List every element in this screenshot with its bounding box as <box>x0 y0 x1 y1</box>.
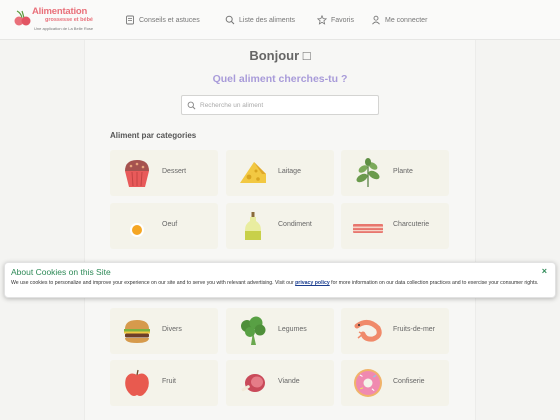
logo-title: Alimentation <box>32 6 88 17</box>
privacy-policy-link[interactable]: privacy policy <box>295 280 330 286</box>
category-legumes[interactable]: Legumes <box>226 308 334 354</box>
category-fruits-de-mer[interactable]: Fruits-de-mer <box>341 308 449 354</box>
cookie-banner: About Cookies on this Site We use cookie… <box>4 262 556 298</box>
logo-tagline: Une application de La Belle Rose <box>34 26 94 31</box>
cookie-banner-text: We use cookies to personalize and improv… <box>11 280 551 287</box>
search-icon <box>187 101 196 110</box>
bacon-icon <box>353 224 383 233</box>
category-label: Fruits-de-mer <box>393 326 436 333</box>
category-oeuf[interactable]: Oeuf <box>110 203 218 249</box>
category-label: Charcuterie <box>393 221 430 228</box>
greeting-heading: Bonjour □ <box>249 48 311 63</box>
shrimp-icon <box>354 320 382 342</box>
cookie-banner-title: About Cookies on this Site <box>11 267 111 277</box>
category-divers[interactable]: Divers <box>110 308 218 354</box>
close-icon[interactable]: × <box>542 266 547 276</box>
category-label: Confiserie <box>393 378 425 385</box>
category-label: Dessert <box>162 168 187 175</box>
oil-bottle-icon <box>245 212 261 240</box>
cookie-text-after: for more information on our data collect… <box>329 280 539 286</box>
category-label: Legumes <box>278 326 307 333</box>
cherries-icon <box>14 10 31 26</box>
site-logo[interactable]: Alimentation grossesse et bébé Une appli… <box>10 6 96 36</box>
search-icon <box>225 15 235 25</box>
broccoli-icon <box>241 316 266 345</box>
nav-me-connecter[interactable]: Me connecter <box>371 14 427 26</box>
category-dessert[interactable]: Dessert <box>110 150 218 196</box>
nav-label: Liste des aliments <box>239 16 296 24</box>
search-box[interactable] <box>181 95 379 115</box>
donut-icon <box>354 369 382 397</box>
star-icon <box>317 15 327 25</box>
category-charcuterie[interactable]: Charcuterie <box>341 203 449 249</box>
search-question: Quel aliment cherches-tu ? <box>212 73 348 85</box>
burger-icon <box>124 320 150 343</box>
category-label: Plante <box>393 168 413 175</box>
cheese-icon <box>240 162 266 183</box>
ham-icon <box>241 374 265 392</box>
category-label: Viande <box>278 378 300 385</box>
category-label: Oeuf <box>162 221 178 228</box>
apple-icon <box>125 369 149 396</box>
site-header: Alimentation grossesse et bébé Une appli… <box>0 0 560 40</box>
nav-label: Favoris <box>331 16 354 24</box>
logo-subtitle: grossesse et bébé <box>45 17 93 23</box>
nav-liste-aliments[interactable]: Liste des aliments <box>225 14 295 26</box>
category-label: Condiment <box>278 221 312 228</box>
category-condiment[interactable]: Condiment <box>226 203 334 249</box>
herb-icon <box>356 158 380 187</box>
notebook-icon <box>126 15 134 25</box>
category-plante[interactable]: Plante <box>341 150 449 196</box>
nav-label: Conseils et astuces <box>139 16 200 24</box>
category-label: Divers <box>162 326 182 333</box>
cupcake-icon <box>125 160 149 187</box>
nav-label: Me connecter <box>385 16 428 24</box>
nav-favoris[interactable]: Favoris <box>317 14 354 26</box>
egg-icon <box>130 223 144 237</box>
category-fruit[interactable]: Fruit <box>110 360 218 406</box>
categories-heading: Aliment par categories <box>110 131 197 140</box>
category-confiserie[interactable]: Confiserie <box>341 360 449 406</box>
cookie-text-before: We use cookies to personalize and improv… <box>11 280 296 286</box>
user-icon <box>372 15 380 25</box>
category-laitage[interactable]: Laitage <box>226 150 334 196</box>
category-label: Laitage <box>278 168 301 175</box>
category-viande[interactable]: Viande <box>226 360 334 406</box>
category-label: Fruit <box>162 378 176 385</box>
search-input[interactable] <box>200 99 370 112</box>
nav-conseils[interactable]: Conseils et astuces <box>125 14 200 26</box>
